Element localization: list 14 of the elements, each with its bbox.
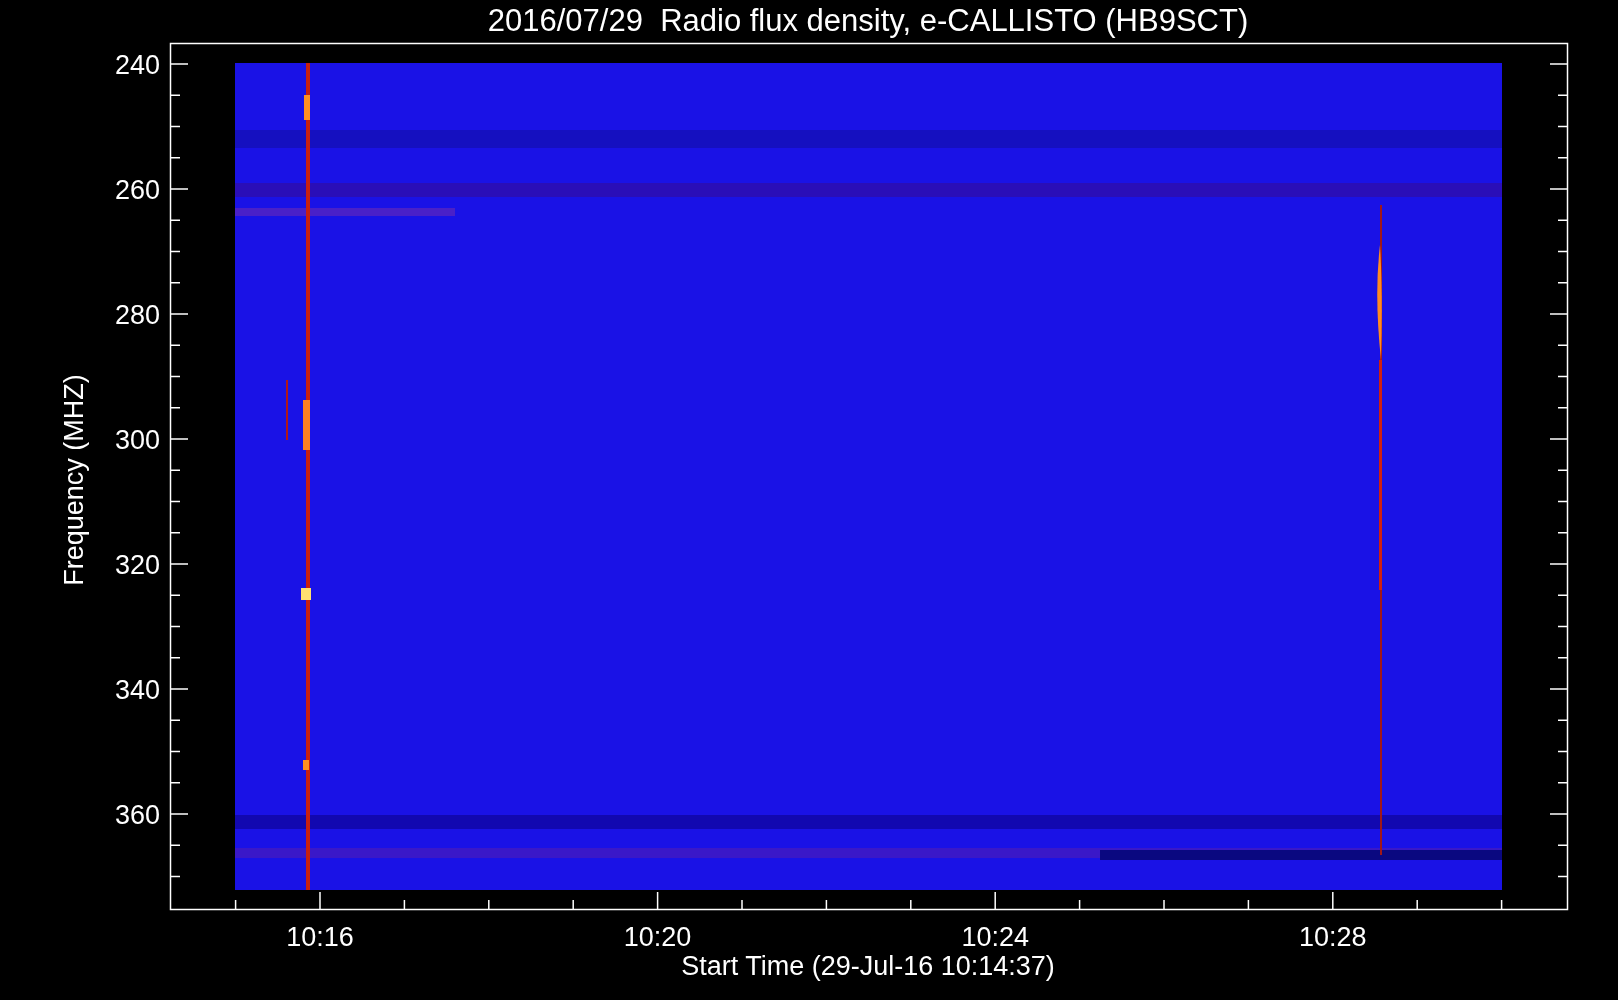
y-tick-label: 300 xyxy=(114,425,160,455)
y-tick-label: 280 xyxy=(114,300,160,330)
x-tick-label: 10:24 xyxy=(961,922,1029,952)
x-tick-label: 10:28 xyxy=(1299,922,1367,952)
y-tick-label: 360 xyxy=(114,800,160,830)
x-axis-title: Start Time (29-Jul-16 10:14:37) xyxy=(681,951,1055,981)
x-tick-label: 10:16 xyxy=(286,922,354,952)
chart-title: 2016/07/29 Radio flux density, e-CALLISTO (HB9SCT) xyxy=(487,3,1249,38)
y-axis-title: Frequency (MHZ) xyxy=(59,374,89,586)
y-tick-label: 260 xyxy=(114,175,160,205)
y-tick-label: 340 xyxy=(114,675,160,705)
y-tick-label: 320 xyxy=(114,550,160,580)
x-tick-label: 10:20 xyxy=(623,922,692,952)
y-tick-label: 240 xyxy=(114,50,160,80)
